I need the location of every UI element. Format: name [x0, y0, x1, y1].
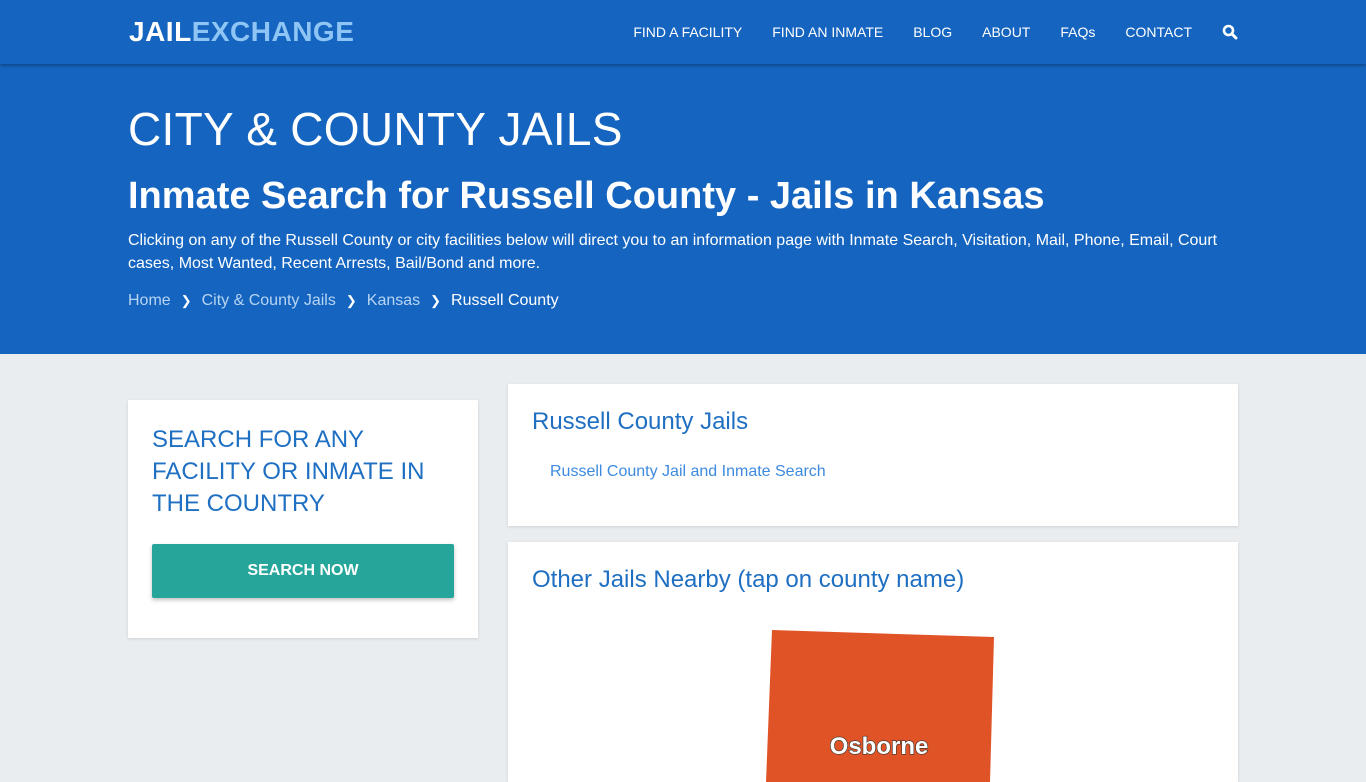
page-title: CITY & COUNTY JAILS [128, 103, 623, 155]
hero-banner: CITY & COUNTY JAILS Inmate Search for Ru… [0, 64, 1366, 354]
breadcrumb: Home ❯ City & County Jails ❯ Kansas ❯ Ru… [128, 292, 559, 310]
site-logo[interactable]: JAILEXCHANGE [129, 16, 354, 48]
search-promo-heading: SEARCH FOR ANY FACILITY OR INMATE IN THE… [152, 426, 425, 517]
nav-find-inmate[interactable]: FIND AN INMATE [772, 24, 883, 40]
nav-contact[interactable]: CONTACT [1125, 24, 1192, 40]
nav-find-facility[interactable]: FIND A FACILITY [633, 24, 742, 40]
nav-about[interactable]: ABOUT [982, 24, 1030, 40]
breadcrumb-current: Russell County [451, 292, 559, 309]
search-promo-card: SEARCH FOR ANY FACILITY OR INMATE IN THE… [128, 400, 478, 638]
county-osborne-label[interactable]: Osborne [829, 732, 929, 760]
page-description: Clicking on any of the Russell County or… [128, 232, 1218, 272]
main-nav: FIND A FACILITY FIND AN INMATE BLOG ABOU… [603, 0, 1238, 64]
breadcrumb-city-county-jails[interactable]: City & County Jails [202, 292, 336, 310]
nearby-jails-card: Osborne Other Jails Nearby (tap on count… [508, 542, 1238, 782]
nearby-jails-heading: Other Jails Nearby (tap on county name) [532, 566, 965, 593]
county-jails-card: Russell County Jails Russell County Jail… [508, 384, 1238, 526]
chevron-right-icon: ❯ [430, 293, 442, 308]
nav-blog[interactable]: BLOG [913, 24, 952, 40]
search-icon[interactable] [1222, 24, 1238, 40]
chevron-right-icon: ❯ [180, 293, 192, 308]
search-now-button[interactable]: SEARCH NOW [152, 544, 454, 598]
chevron-right-icon: ❯ [345, 293, 357, 308]
page-subtitle: Inmate Search for Russell County - Jails… [128, 175, 1045, 217]
jail-link[interactable]: Russell County Jail and Inmate Search [550, 463, 826, 481]
county-jails-heading: Russell County Jails [532, 408, 749, 435]
top-navbar: JAILEXCHANGE FIND A FACILITY FIND AN INM… [0, 0, 1366, 64]
logo-exchange: EXCHANGE [191, 16, 355, 47]
breadcrumb-home[interactable]: Home [128, 292, 171, 310]
nav-faqs[interactable]: FAQs [1060, 24, 1095, 40]
logo-jail: JAIL [129, 16, 192, 47]
breadcrumb-kansas[interactable]: Kansas [367, 292, 420, 310]
